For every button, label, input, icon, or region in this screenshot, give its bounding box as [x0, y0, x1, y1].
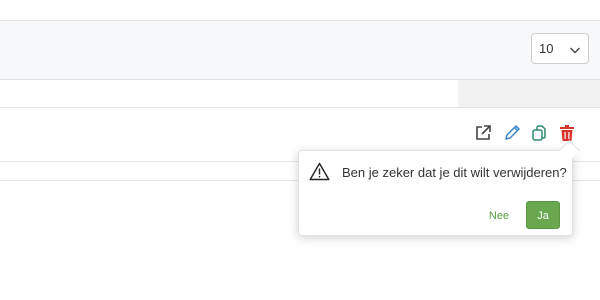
table-toolbar	[0, 21, 600, 80]
confirm-delete-button[interactable]: Ja	[526, 201, 560, 229]
top-bar	[0, 0, 600, 21]
table-header-actions-column	[458, 80, 600, 108]
chevron-down-icon	[569, 43, 581, 55]
trash-icon[interactable]	[557, 123, 577, 143]
page-size-value: 10	[539, 41, 554, 56]
page-size-select[interactable]: 10	[531, 33, 589, 64]
warning-triangle-icon	[309, 162, 330, 181]
pencil-icon[interactable]	[502, 123, 522, 143]
cancel-button[interactable]: Nee	[482, 205, 516, 225]
external-link-icon[interactable]	[473, 123, 493, 143]
copy-icon[interactable]	[529, 123, 549, 143]
confirm-message: Ben je zeker dat je dit wilt verwijderen…	[342, 165, 567, 180]
